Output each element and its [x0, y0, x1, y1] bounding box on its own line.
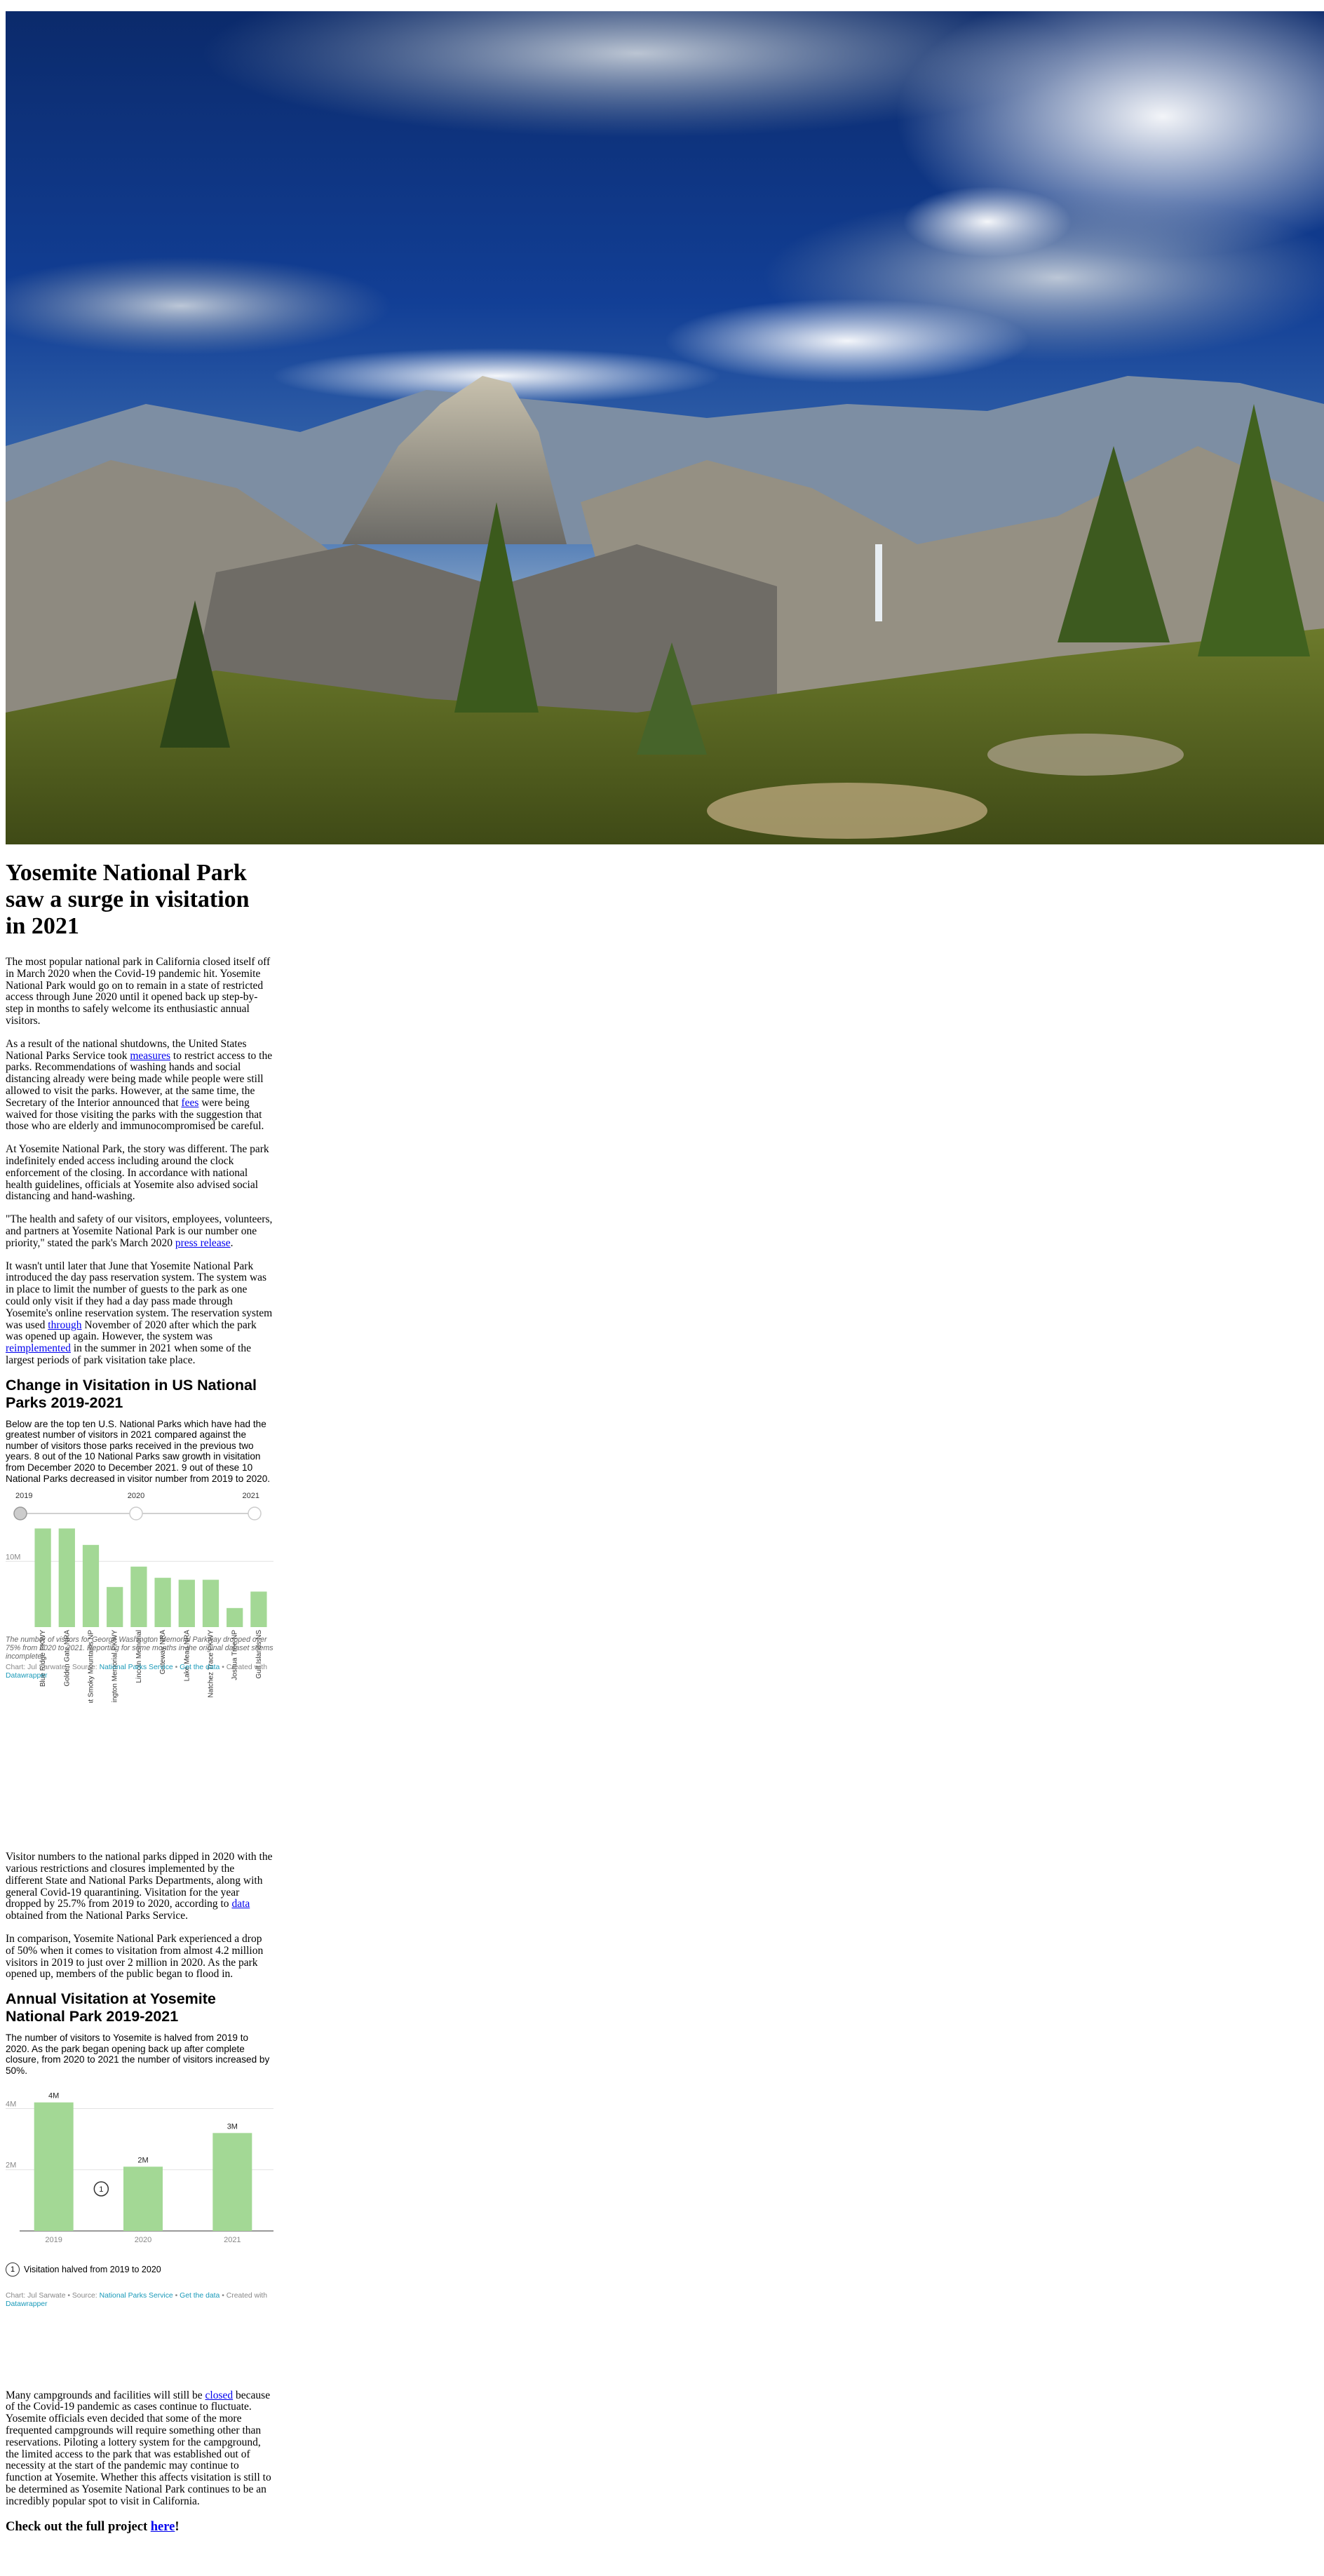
chart-1-credit-b: • Created with: [219, 1664, 268, 1672]
annotation-number: 1: [99, 2185, 103, 2194]
bar[interactable]: [123, 2166, 163, 2231]
bar[interactable]: [178, 1579, 195, 1628]
through-link[interactable]: through: [48, 1319, 81, 1331]
paragraph-2: As a result of the national shutdowns, t…: [6, 1038, 273, 1133]
chart-1-source-link[interactable]: National Parks Service: [100, 1664, 173, 1671]
annotation-text: Visitation halved from 2019 to 2020: [24, 2264, 161, 2274]
chart-1-title: Change in Visitation in US National Park…: [6, 1376, 257, 1411]
reimplemented-link[interactable]: reimplemented: [6, 1342, 71, 1354]
chart-1-credit-a: Chart: Jul Sarwate • Source:: [6, 1664, 100, 1672]
annotation-marker: 1: [6, 2262, 20, 2277]
chart-2-title: Annual Visitation at Yosemite National P…: [6, 1990, 216, 2025]
paragraph-3: At Yosemite National Park, the story was…: [6, 1143, 269, 1203]
fees-link[interactable]: fees: [181, 1097, 198, 1109]
bar[interactable]: [34, 1528, 51, 1628]
x-tick-label: 2020: [135, 2236, 151, 2244]
article-title: Yosemite National Park saw a surge in vi…: [6, 860, 250, 939]
year-slider[interactable]: 2019 2020 2021: [6, 1490, 273, 1522]
chart-2-annotation-legend: 1 Visitation halved from 2019 to 2020: [6, 2262, 273, 2277]
paragraph-8-text-b: because of the Covid-19 pandemic as case…: [6, 2389, 271, 2507]
measures-link[interactable]: measures: [130, 1050, 170, 1062]
chart-2-credit-sep: •: [173, 2291, 180, 2300]
chart-2-credit-b: • Created with: [219, 2291, 268, 2300]
footer-text-a: Check out the full project: [6, 2519, 151, 2534]
slider-stop[interactable]: [248, 1506, 262, 1521]
paragraph-4-text-b: .: [230, 1236, 234, 1249]
chart-2-get-data-link[interactable]: Get the data: [180, 2292, 219, 2300]
paragraph-7: In comparison, Yosemite National Park ex…: [6, 1933, 264, 1981]
paragraph-8-text-a: Many campgrounds and facilities will sti…: [6, 2389, 205, 2401]
chart-2-description: The number of visitors to Yosemite is ha…: [6, 2032, 270, 2077]
chart-1-note: The number of visitors for George Washin…: [6, 1636, 273, 1661]
chart-2-credit: Chart: Jul Sarwate • Source: National Pa…: [6, 2292, 273, 2309]
chart-1-credit-sep: •: [173, 1664, 180, 1672]
footer-cta: Check out the full project here!: [6, 2519, 273, 2535]
hero-image: [6, 11, 1324, 844]
yosemite-landscape-illustration: [6, 11, 1324, 844]
chart-2: Annual Visitation at Yosemite National P…: [6, 1990, 273, 2308]
bar[interactable]: [34, 2102, 74, 2231]
y-tick-label: 4M: [6, 2100, 16, 2108]
bar[interactable]: [227, 1608, 243, 1628]
slider-stop[interactable]: [129, 1506, 143, 1521]
bar[interactable]: [250, 1591, 267, 1628]
bar[interactable]: [107, 1587, 123, 1628]
footer-text-b: !: [175, 2519, 180, 2534]
full-project-link[interactable]: here: [151, 2520, 175, 2534]
data-link[interactable]: data: [231, 1898, 250, 1910]
data-label: 2M: [137, 2156, 148, 2164]
bar[interactable]: [202, 1579, 219, 1628]
slider-year-label: 2020: [128, 1492, 144, 1500]
chart-1-description: Below are the top ten U.S. National Park…: [6, 1418, 271, 1484]
chart-2-datawrapper-link[interactable]: Datawrapper: [6, 2300, 48, 2308]
paragraph-6-text-b: obtained from the National Parks Service…: [6, 1910, 188, 1922]
chart-1-datawrapper-link[interactable]: Datawrapper: [6, 1672, 48, 1680]
closed-link[interactable]: closed: [205, 2389, 234, 2401]
chart-1-plot: 10M Blue Ridge PKWY Golden Gate NRA Great S…: [6, 1522, 273, 1746]
paragraph-6: Visitor numbers to the national parks di…: [6, 1851, 273, 1922]
article: Yosemite National Park saw a surge in vi…: [6, 844, 273, 2535]
y-tick-label: 2M: [6, 2161, 16, 2169]
bar[interactable]: [82, 1545, 100, 1628]
x-tick-label: 2021: [224, 2236, 241, 2244]
paragraph-1: The most popular national park in Califo…: [6, 956, 271, 1027]
chart-1-credit: Chart: Jul Sarwate • Source: National Pa…: [6, 1664, 273, 1680]
chart-1-get-data-link[interactable]: Get the data: [180, 1664, 219, 1671]
bar[interactable]: [130, 1567, 147, 1628]
chart-2-credit-a: Chart: Jul Sarwate • Source:: [6, 2291, 100, 2300]
paragraph-5: It wasn't until later that June that Yos…: [6, 1260, 273, 1367]
year-slider-svg: 2019 2020 2021: [13, 1492, 262, 1521]
paragraph-8: Many campgrounds and facilities will sti…: [6, 2389, 273, 2508]
bar[interactable]: [154, 1577, 171, 1628]
x-tick-label: 2019: [45, 2236, 62, 2244]
bar[interactable]: [58, 1528, 75, 1628]
press-release-link[interactable]: press release: [175, 1237, 231, 1249]
slider-year-label: 2021: [243, 1492, 259, 1500]
slider-year-label: 2019: [15, 1492, 32, 1500]
chart-1: Change in Visitation in US National Park…: [6, 1376, 273, 1746]
chart-2-source-link[interactable]: National Parks Service: [100, 2292, 173, 2300]
data-label: 4M: [48, 2091, 59, 2100]
data-label: 3M: [227, 2122, 238, 2131]
chart-1-footer: The number of visitors for George Washin…: [6, 1636, 273, 1680]
chart-2-svg: 2M 4M 4M 2019 2M 2020 3M 2021 1: [6, 2091, 273, 2244]
paragraph-4: "The health and safety of our visitors, …: [6, 1213, 273, 1249]
bar[interactable]: [212, 2132, 252, 2231]
y-tick-label: 10M: [6, 1553, 20, 1562]
slider-stop[interactable]: [13, 1506, 27, 1521]
